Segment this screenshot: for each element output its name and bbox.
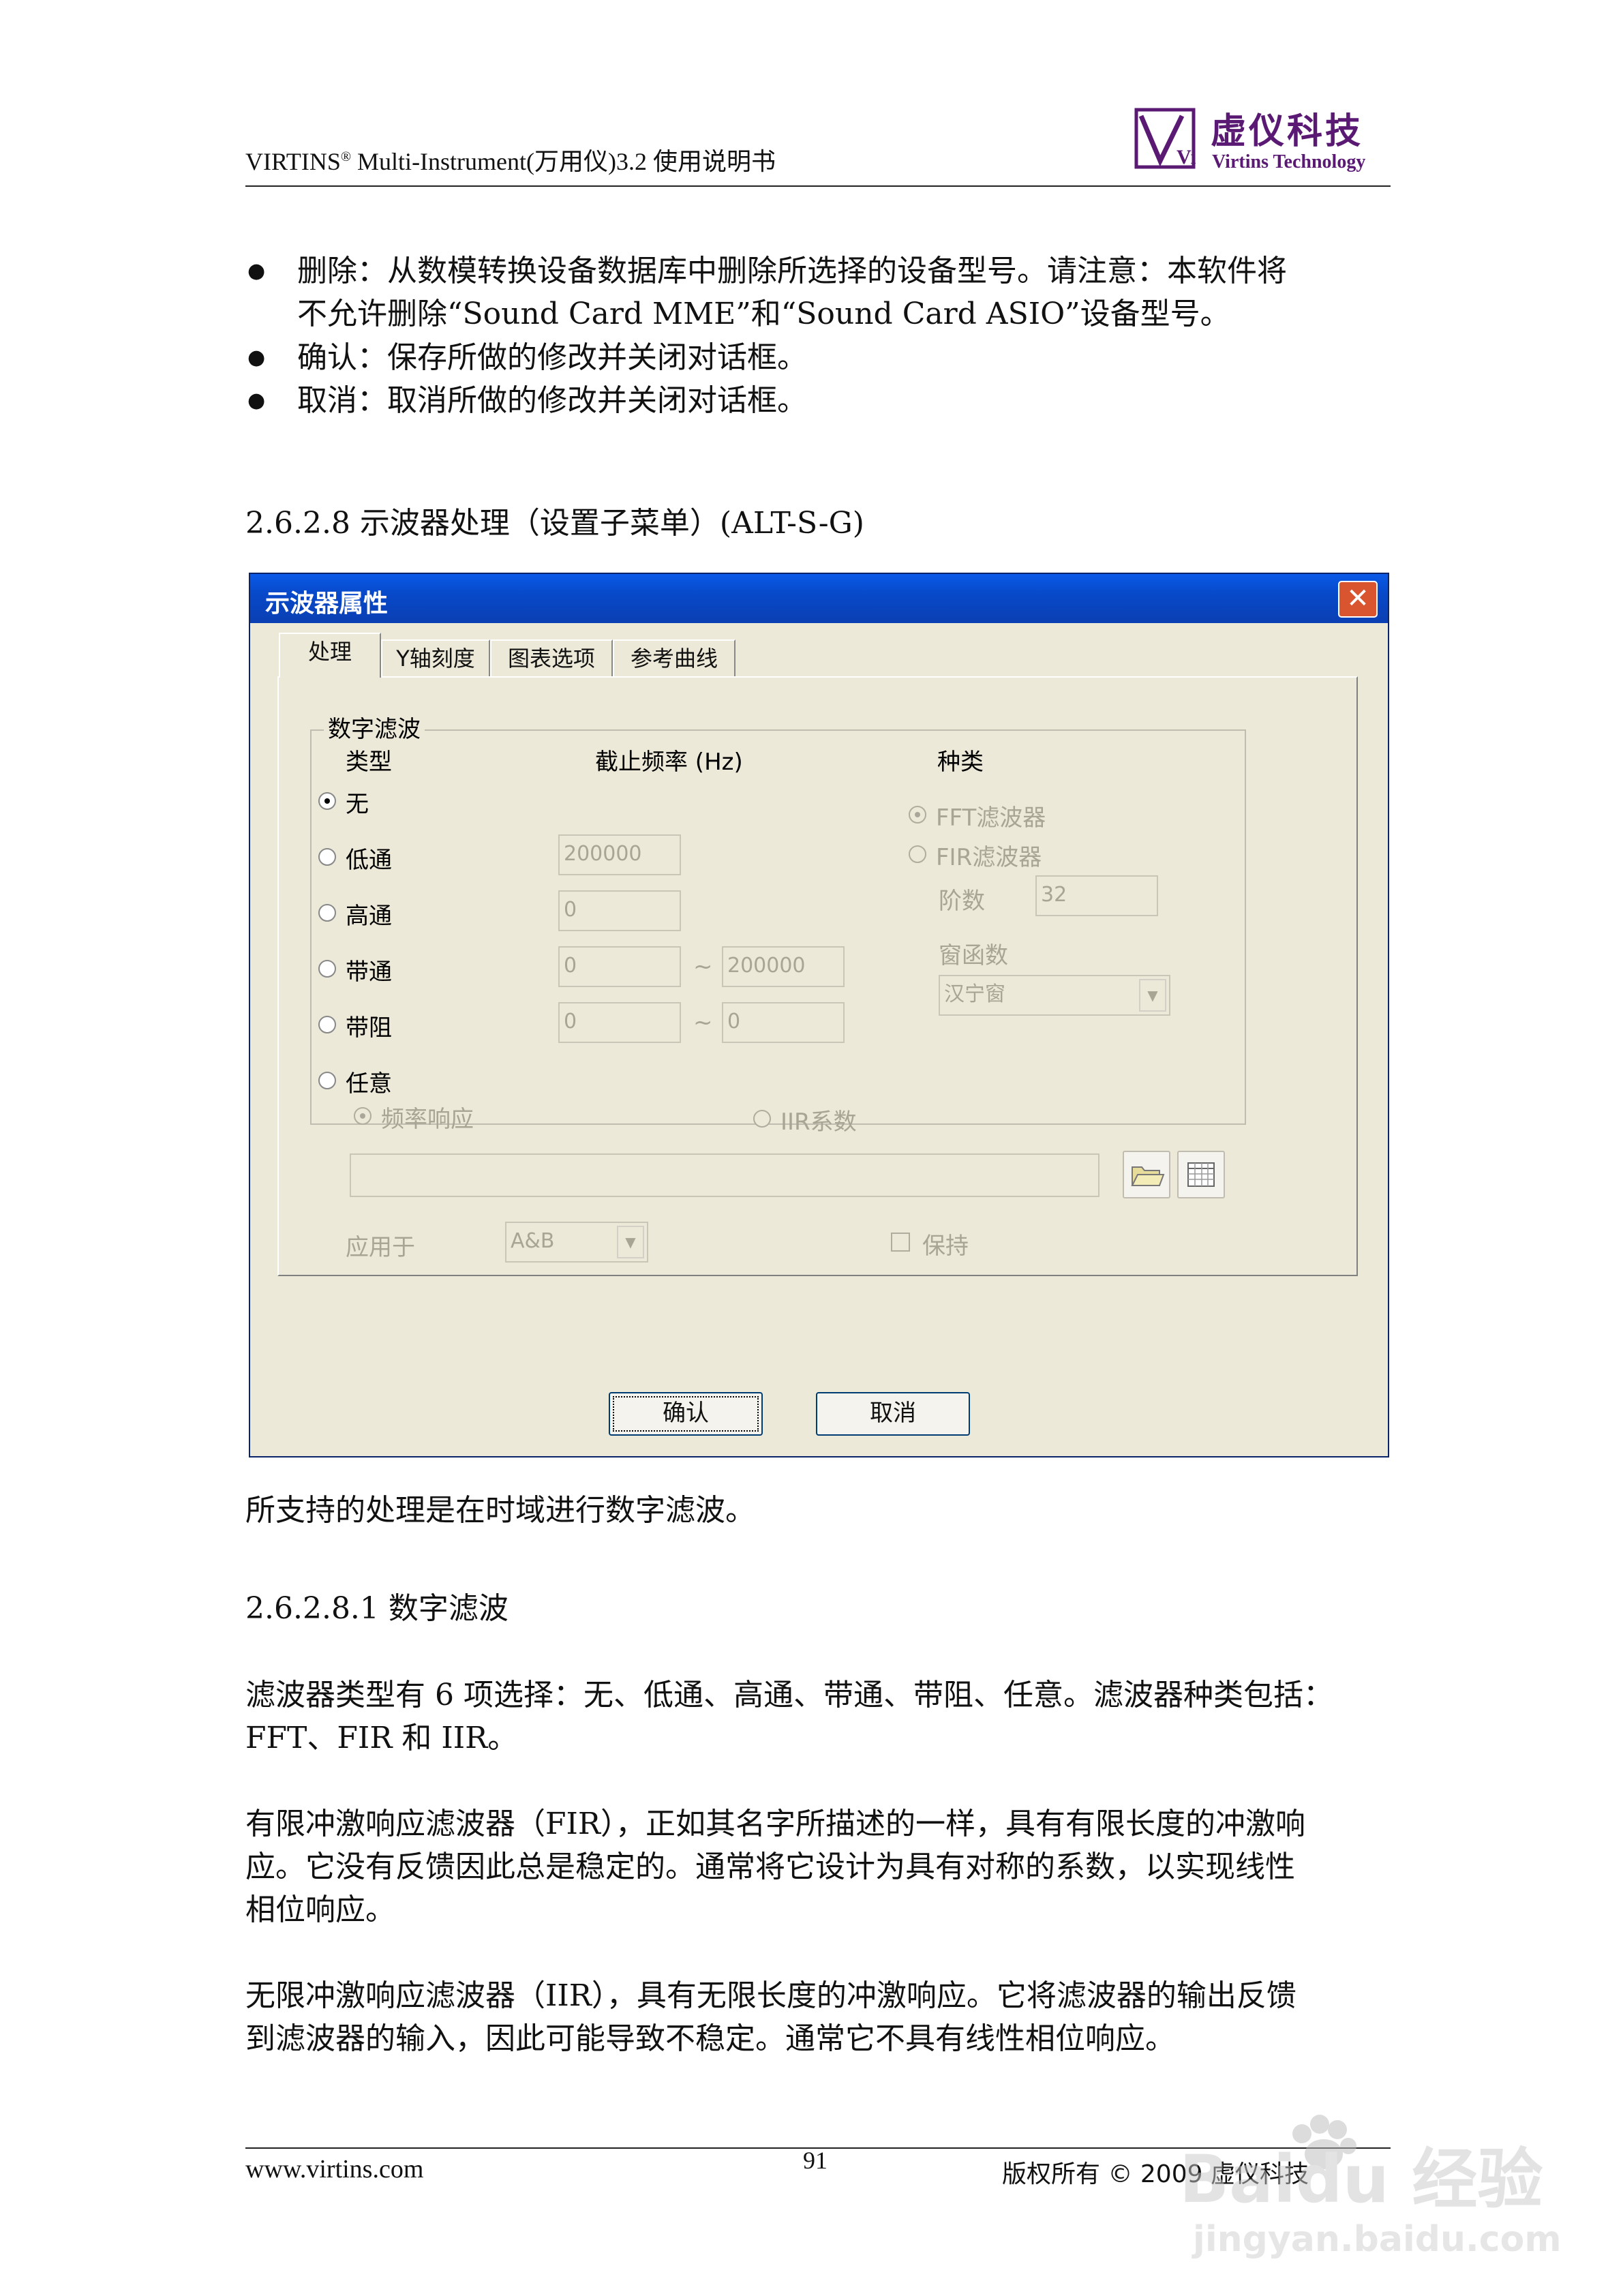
range-tilde: ~ — [693, 1009, 713, 1036]
order-input[interactable]: 32 — [1035, 875, 1158, 916]
footer-url: www.virtins.com — [245, 2155, 424, 2184]
radio-frequency-response[interactable] — [354, 1107, 371, 1125]
open-folder-button[interactable] — [1123, 1151, 1170, 1198]
label-bandstop: 带阻 — [346, 1014, 392, 1042]
group-title: 数字滤波 — [324, 710, 425, 744]
column-cutoff-label: 截止频率 (Hz) — [595, 749, 743, 776]
bandstop-high-input[interactable]: 0 — [722, 1002, 845, 1043]
label-fft-filter: FFT滤波器 — [936, 804, 1046, 832]
radio-selected-dot — [324, 798, 330, 804]
dialog-titlebar[interactable]: 示波器属性 ✕ — [250, 574, 1388, 623]
radio-selected-dot — [360, 1113, 365, 1119]
column-type-label: 类型 — [346, 749, 392, 776]
arbitrary-file-path-input[interactable] — [350, 1153, 1099, 1197]
label-lowpass: 低通 — [346, 847, 392, 874]
header-rule — [245, 185, 1391, 187]
apply-to-select[interactable]: A&B ▼ — [505, 1222, 648, 1263]
highpass-cutoff-input[interactable]: 0 — [558, 890, 681, 931]
radio-lowpass[interactable] — [318, 848, 336, 866]
radio-iir-coefficients[interactable] — [753, 1110, 771, 1128]
radio-bandstop[interactable] — [318, 1016, 336, 1033]
radio-arbitrary[interactable] — [318, 1072, 336, 1089]
digital-filter-group — [310, 729, 1246, 1125]
page-number: 91 — [803, 2147, 828, 2174]
logo-chinese-name: 虚仪科技 — [1211, 111, 1364, 152]
label-frequency-response: 频率响应 — [381, 1106, 474, 1133]
chevron-down-icon[interactable]: ▼ — [617, 1226, 644, 1258]
watermark-bottom-text: jingyan.baidu.com — [1192, 2219, 1562, 2260]
open-folder-icon — [1131, 1166, 1165, 1186]
apply-to-value: A&B — [511, 1229, 555, 1253]
apply-to-label: 应用于 — [346, 1234, 415, 1261]
hold-checkbox[interactable] — [891, 1233, 910, 1252]
radio-bandpass[interactable] — [318, 960, 336, 978]
order-label: 阶数 — [939, 888, 985, 915]
bullet-item: 取消：取消所做的修改并关闭对话框。 — [297, 383, 807, 418]
bandstop-low-input[interactable]: 0 — [558, 1002, 681, 1043]
cancel-button[interactable]: 取消 — [816, 1392, 970, 1436]
radio-fft-filter[interactable] — [909, 806, 926, 824]
oscilloscope-properties-dialog: 示波器属性 ✕ 处理 Y轴刻度 图表选项 参考曲线 数字滤波 类型 截止频率 (… — [249, 573, 1389, 1457]
paragraph: 无限冲激响应滤波器（IIR），具有无限长度的冲激响应。它将滤波器的输出反馈 到滤… — [245, 1978, 1296, 2056]
label-arbitrary: 任意 — [346, 1070, 392, 1098]
table-edit-button[interactable] — [1177, 1151, 1225, 1198]
radio-none[interactable] — [318, 792, 336, 810]
paragraph: 所支持的处理是在时域进行数字滤波。 — [245, 1493, 755, 1528]
section-heading: 2.6.2.8 示波器处理（设置子菜单）(ALT-S-G) — [245, 506, 864, 541]
bullet-item: 确认：保存所做的修改并关闭对话框。 — [297, 340, 807, 375]
document-header-title: VIRTINS® Multi-Instrument(万用仪)3.2 使用说明书 — [245, 148, 776, 175]
column-kind-label: 种类 — [937, 749, 984, 776]
bullet-item: 删除：从数模转换设备数据库中删除所选择的设备型号。请注意：本软件将 不允许删除“… — [297, 254, 1287, 331]
table-grid-icon — [1187, 1162, 1215, 1187]
label-bandpass: 带通 — [346, 958, 392, 986]
radio-selected-dot — [915, 812, 920, 817]
label-iir-coefficients: IIR系数 — [780, 1108, 857, 1136]
window-label: 窗函数 — [939, 942, 1008, 969]
ok-button[interactable]: 确认 — [609, 1392, 763, 1436]
bullet-dot: ● — [247, 259, 266, 283]
baidu-watermark-icon: Baidu 经验 jingyan.baidu.com — [1179, 2115, 1562, 2260]
bullet-dot: ● — [247, 346, 266, 369]
label-fir-filter: FIR滤波器 — [936, 844, 1042, 871]
hold-label: 保持 — [922, 1233, 969, 1260]
logo-mark: Vi — [1177, 146, 1196, 168]
bandpass-low-input[interactable]: 0 — [558, 946, 681, 987]
close-button[interactable]: ✕ — [1338, 581, 1378, 618]
subsection-heading: 2.6.2.8.1 数字滤波 — [245, 1591, 509, 1626]
window-function-value: 汉宁窗 — [944, 982, 1005, 1006]
radio-fir-filter[interactable] — [909, 845, 926, 863]
bandpass-high-input[interactable]: 200000 — [722, 946, 845, 987]
tab-y-axis-scale[interactable]: Y轴刻度 — [381, 639, 490, 676]
watermark-top-text: Baidu 经验 — [1179, 2141, 1543, 2218]
chevron-down-icon[interactable]: ▼ — [1139, 979, 1166, 1012]
range-tilde: ~ — [693, 953, 713, 980]
paragraph: 有限冲激响应滤波器（FIR），正如其名字所描述的一样，具有有限长度的冲激响 应。… — [245, 1807, 1306, 1927]
label-none: 无 — [346, 791, 369, 818]
bullet-dot: ● — [247, 389, 266, 412]
paragraph: 滤波器类型有 6 项选择：无、低通、高通、带通、带阻、任意。滤波器种类包括： F… — [245, 1678, 1333, 1755]
radio-highpass[interactable] — [318, 904, 336, 922]
tab-reference-curves[interactable]: 参考曲线 — [613, 639, 735, 676]
window-function-select[interactable]: 汉宁窗 ▼ — [939, 975, 1170, 1016]
label-highpass: 高通 — [346, 903, 392, 930]
logo-english-name: Virtins Technology — [1212, 151, 1366, 172]
virtins-logo-icon: Vi — [1134, 108, 1196, 169]
lowpass-cutoff-input[interactable]: 200000 — [558, 834, 681, 875]
tab-chart-options[interactable]: 图表选项 — [490, 639, 613, 676]
tab-processing[interactable]: 处理 — [279, 633, 381, 678]
dialog-title: 示波器属性 — [265, 590, 389, 618]
